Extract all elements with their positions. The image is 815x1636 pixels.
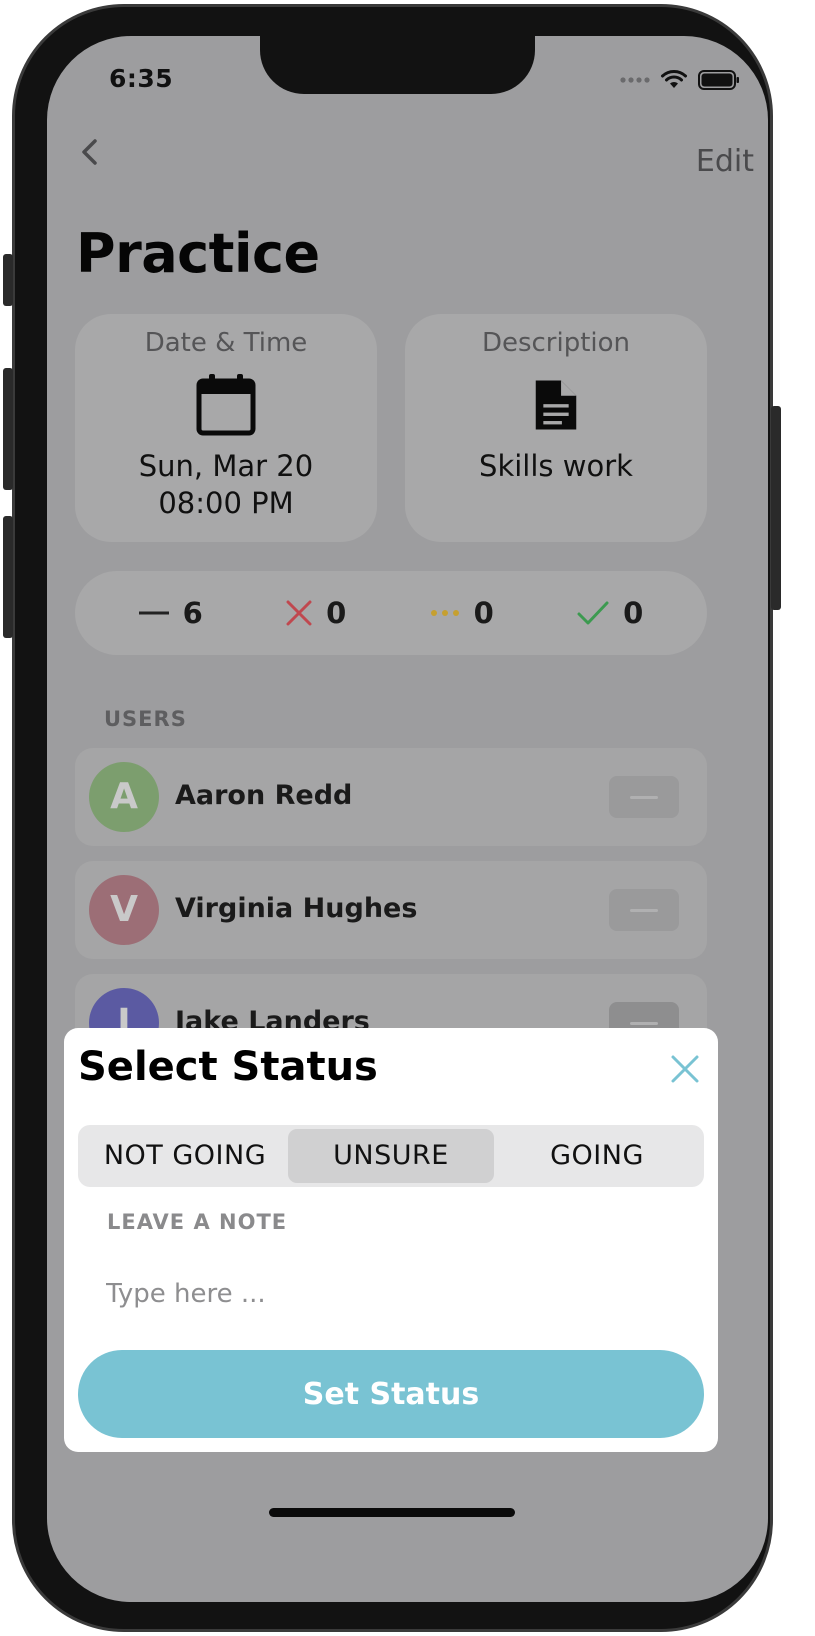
check-icon <box>577 601 609 625</box>
battery-icon <box>698 70 739 90</box>
status-segmented-control: NOT GOING UNSURE GOING <box>78 1125 704 1187</box>
dash-icon <box>138 611 169 615</box>
sheet-title: Select Status <box>78 1044 378 1090</box>
segment-going[interactable]: GOING <box>494 1129 700 1183</box>
datetime-card[interactable]: Date & Time Sun, Mar 20 08:00 PM <box>75 314 377 542</box>
count-not-going: 0 <box>286 596 346 630</box>
volume-up-button <box>3 368 13 490</box>
note-label: LEAVE A NOTE <box>107 1210 288 1234</box>
select-status-sheet: Select Status NOT GOING UNSURE GOING LEA… <box>64 1028 718 1452</box>
edit-button[interactable]: Edit <box>696 144 754 179</box>
wifi-icon <box>661 70 687 88</box>
count-unsure: 0 <box>430 596 494 630</box>
volume-down-button <box>3 516 13 638</box>
count-no-response: 6 <box>138 596 203 630</box>
datetime-date: Sun, Mar 20 <box>138 449 314 483</box>
user-name: Aaron Redd <box>175 780 353 811</box>
page-title: Practice <box>76 222 320 285</box>
description-value: Skills work <box>479 449 633 483</box>
user-name: Virginia Hughes <box>175 893 418 924</box>
set-status-button[interactable]: Set Status <box>78 1350 704 1438</box>
segment-not-going[interactable]: NOT GOING <box>82 1129 288 1183</box>
document-icon <box>535 380 577 430</box>
calendar-icon <box>196 374 256 436</box>
datetime-label: Date & Time <box>144 328 308 358</box>
mute-switch <box>3 254 13 306</box>
avatar: A <box>89 762 159 832</box>
home-indicator <box>269 1508 515 1517</box>
user-status-button[interactable] <box>609 776 679 818</box>
list-item[interactable]: A Aaron Redd <box>75 748 707 846</box>
count-value: 0 <box>473 596 494 630</box>
count-value: 0 <box>326 596 347 630</box>
ellipsis-icon <box>430 610 459 616</box>
datetime-time: 08:00 PM <box>158 486 294 520</box>
users-section-label: USERS <box>104 707 187 731</box>
app-screen: 6:35 Edit Practice Date & Time Sun, Mar … <box>47 36 768 1602</box>
user-status-button[interactable] <box>609 889 679 931</box>
cellular-icon <box>620 77 650 83</box>
x-icon <box>286 600 312 626</box>
count-going: 0 <box>577 596 643 630</box>
list-item[interactable]: V Virginia Hughes <box>75 861 707 959</box>
status-counts: 6 0 0 0 <box>75 571 707 655</box>
notch <box>260 36 535 94</box>
chevron-left-icon[interactable] <box>73 134 109 170</box>
description-label: Description <box>481 328 631 358</box>
power-button <box>771 406 781 610</box>
status-time: 6:35 <box>109 64 174 93</box>
count-value: 0 <box>623 596 644 630</box>
description-card[interactable]: Description Skills work <box>405 314 707 542</box>
count-value: 6 <box>182 596 203 630</box>
status-icons <box>620 69 740 91</box>
avatar: V <box>89 875 159 945</box>
segment-unsure[interactable]: UNSURE <box>288 1129 494 1183</box>
close-icon[interactable] <box>670 1054 700 1084</box>
note-input[interactable] <box>104 1270 688 1318</box>
